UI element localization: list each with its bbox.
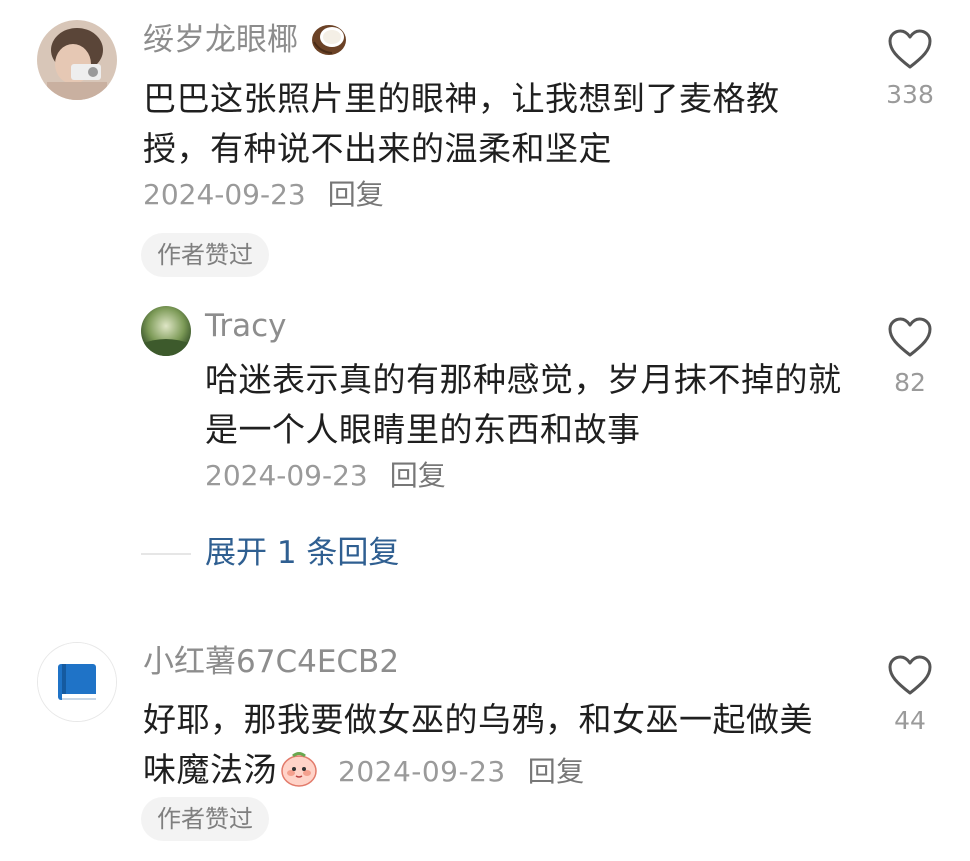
reply-button[interactable]: 回复 [528,755,585,788]
peach-face-emoji-icon [279,749,319,801]
comment-username[interactable]: 小红薯67C4ECB2 [143,642,399,682]
expand-replies-button[interactable]: 展开 1 条回复 [205,533,399,573]
author-liked-badge: 作者赞过 [141,797,269,841]
reply-date: 2024-09-23 [205,459,368,492]
author-liked-badge: 作者赞过 [141,233,269,277]
like-count: 82 [894,368,926,397]
comment-text: 巴巴这张照片里的眼神，让我想到了麦格教授，有种说不出来的温柔和坚定 [143,79,780,168]
comment-date: 2024-09-23 [143,178,306,211]
reply-username[interactable]: Tracy [205,306,287,346]
reply-meta: 2024-09-23 回复 [205,458,446,494]
coconut-emoji-icon [310,22,348,66]
avatar[interactable] [37,20,117,100]
heart-icon [870,316,950,358]
like-count: 44 [894,706,926,735]
heart-icon [870,654,950,696]
reply-text: 哈迷表示真的有那种感觉，岁月抹不掉的就是一个人眼睛里的东西和故事 [205,360,842,449]
comments-page: 绥岁龙眼椰 巴巴这张照片里的眼神，让我想到了麦格教授，有种说不出来的温柔和坚定 … [0,0,970,861]
reply-button[interactable]: 回复 [328,178,384,211]
like-button[interactable]: 44 [870,654,950,736]
comment-meta: 2024-09-23 回复 [143,177,384,213]
avatar[interactable] [37,642,117,722]
like-button[interactable]: 338 [870,28,950,110]
comment-text: 好耶，那我要做女巫的乌鸦，和女巫一起做美味魔法汤 2024-09-23 回复 [143,695,843,801]
like-button[interactable]: 82 [870,316,950,398]
comment-date: 2024-09-23 [338,755,506,788]
like-count: 338 [886,80,934,109]
avatar[interactable] [141,306,191,356]
reply-button[interactable]: 回复 [390,459,446,492]
comment-username[interactable]: 绥岁龙眼椰 [143,20,348,66]
expand-divider [141,553,191,555]
comment-meta: 2024-09-23 回复 [338,755,585,788]
heart-icon [870,28,950,70]
